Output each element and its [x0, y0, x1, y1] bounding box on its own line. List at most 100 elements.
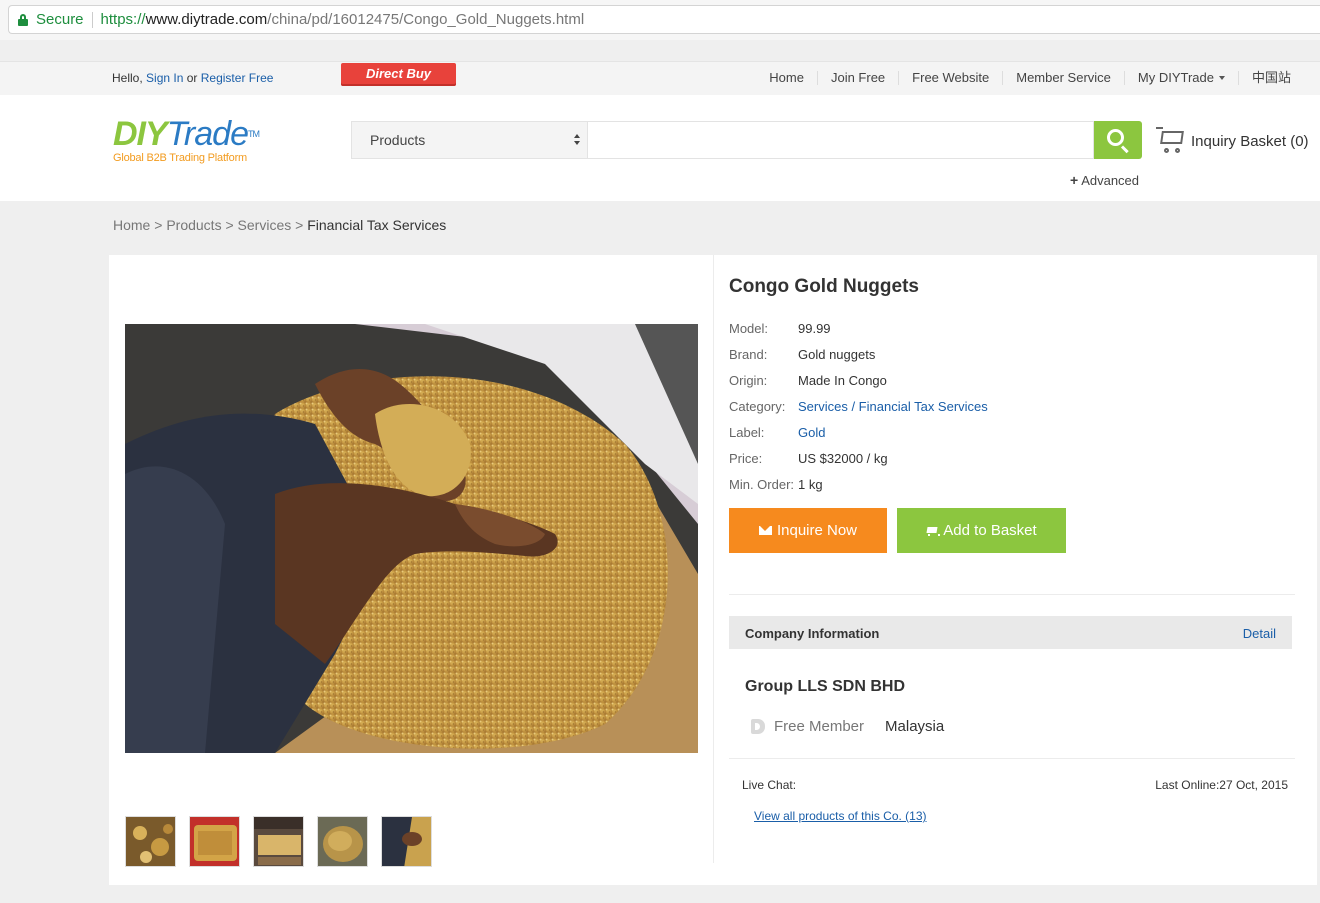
spec-value: 99.99	[798, 321, 831, 336]
hello-text: Hello,	[112, 71, 143, 85]
spec-value: US $32000 / kg	[798, 451, 888, 466]
plus-icon: +	[1070, 172, 1079, 188]
member-type: Free Member	[774, 718, 865, 735]
chevron-down-icon	[1218, 76, 1225, 80]
last-online: Last Online:27 Oct, 2015	[1155, 778, 1288, 792]
spec-row: Label: Gold	[729, 425, 988, 451]
nav-member-service-label: Member Service	[1016, 70, 1111, 85]
add-to-basket-label: Add to Basket	[943, 522, 1037, 539]
label-link[interactable]: Gold	[798, 425, 825, 451]
spec-label: Price:	[729, 451, 763, 466]
spec-row: Origin: Made In Congo	[729, 373, 988, 399]
site-header: DIYTradeTM Global B2B Trading Platform P…	[0, 95, 1320, 201]
spec-row: Model: 99.99	[729, 321, 988, 347]
cart-icon[interactable]	[1156, 127, 1188, 157]
logo-trade: Trade	[166, 115, 249, 153]
search-icon	[1107, 129, 1124, 146]
live-chat-label: Live Chat:	[742, 778, 797, 792]
direct-buy-button[interactable]: Direct Buy	[341, 63, 456, 86]
company-info-title: Company Information	[745, 626, 880, 641]
product-specs: Model: 99.99 Brand: Gold nuggets Origin: Ma…	[729, 321, 988, 503]
divider	[729, 594, 1295, 595]
envelope-icon	[758, 526, 772, 535]
nav-my-diytrade-label: My DIYTrade	[1137, 70, 1214, 85]
spec-row: Brand: Gold nuggets	[729, 347, 988, 373]
greeting: Hello, Sign In or Register Free	[112, 71, 273, 85]
search-input[interactable]	[588, 121, 1094, 159]
advanced-search-link[interactable]: + Advanced	[1070, 172, 1139, 188]
spec-value: 1 kg	[798, 477, 823, 492]
inquiry-basket-link[interactable]: Inquiry Basket (0)	[1191, 133, 1309, 150]
company-detail-link[interactable]: Detail	[1243, 626, 1276, 641]
inquire-now-label: Inquire Now	[776, 522, 858, 539]
address-bar[interactable]: Secure https:// www.diytrade.com /china/…	[8, 5, 1320, 34]
search-category-select[interactable]: Products	[351, 121, 588, 159]
company-name[interactable]: Group LLS SDN BHD	[745, 678, 905, 696]
spec-label: Category:	[729, 399, 786, 414]
product-title: Congo Gold Nuggets	[729, 276, 919, 297]
url-scheme: https://	[100, 11, 146, 28]
product-panel: Congo Gold Nuggets Model: 99.99 Brand: Gol…	[109, 255, 1317, 885]
url-host: www.diytrade.com	[145, 11, 268, 28]
logo-tagline: Global B2B Trading Platform	[113, 152, 248, 164]
thumbnail-4[interactable]	[317, 816, 368, 867]
spec-value: Gold nuggets	[798, 347, 876, 362]
url-path: /china/pd/16012475/Congo_Gold_Nuggets.ht…	[267, 11, 585, 28]
spec-value: Made In Congo	[798, 373, 887, 388]
inquire-now-button[interactable]: Inquire Now	[729, 508, 887, 553]
logo-diy: DIY	[113, 115, 168, 153]
breadcrumb-home[interactable]: Home	[113, 217, 150, 233]
spec-row: Min. Order: 1 kg	[729, 477, 988, 503]
select-arrows-icon	[574, 134, 581, 146]
search-category-value: Products	[370, 132, 426, 148]
thumbnail-3[interactable]	[253, 816, 304, 867]
member-badge-icon	[751, 719, 765, 734]
breadcrumb-products[interactable]: Products	[166, 217, 221, 233]
nav-links: Home Join Free Free Website Member Servi…	[756, 62, 1304, 94]
nav-china-site[interactable]: 中国站	[1237, 70, 1304, 85]
nav-join-free-label: Join Free	[830, 70, 886, 85]
nav-member-service[interactable]: Member Service	[1002, 71, 1124, 85]
nav-join-free[interactable]: Join Free	[816, 70, 898, 85]
advanced-label: Advanced	[1081, 173, 1140, 188]
breadcrumb: Home > Products > Services > Financial T…	[113, 217, 447, 233]
thumbnail-1[interactable]	[125, 816, 176, 867]
view-all-products-link[interactable]: View all products of this Co. (13)	[754, 809, 927, 823]
top-nav: Hello, Sign In or Register Free Direct B…	[0, 61, 1320, 95]
member-info: Free Member Malaysia	[751, 718, 944, 735]
breadcrumb-services[interactable]: Services	[238, 217, 292, 233]
spec-label: Min. Order:	[729, 477, 795, 492]
lock-icon	[18, 13, 28, 26]
column-divider	[713, 255, 714, 863]
or-text: or	[186, 71, 198, 85]
nav-free-website[interactable]: Free Website	[898, 71, 1002, 85]
divider	[729, 758, 1295, 759]
nav-my-diytrade[interactable]: My DIYTrade	[1123, 70, 1238, 85]
breadcrumb-current[interactable]: Financial Tax Services	[307, 217, 446, 233]
spec-label: Model:	[729, 321, 769, 336]
nav-home[interactable]: Home	[756, 71, 817, 85]
thumbnail-strip	[125, 816, 432, 867]
spec-row: Category: Services / Financial Tax Servic…	[729, 399, 988, 425]
thumbnail-2[interactable]	[189, 816, 240, 867]
add-to-basket-button[interactable]: Add to Basket	[897, 508, 1066, 553]
product-main-image[interactable]	[125, 324, 698, 753]
register-link[interactable]: Register Free	[201, 71, 274, 85]
spec-label: Label:	[729, 425, 765, 440]
secure-label: Secure	[36, 11, 84, 28]
cart-icon	[926, 526, 941, 536]
url-separator	[91, 11, 93, 28]
company-country: Malaysia	[885, 718, 945, 735]
search-button[interactable]	[1094, 121, 1142, 159]
nav-free-website-label: Free Website	[912, 70, 990, 85]
browser-chrome: Secure https:// www.diytrade.com /china/…	[0, 0, 1320, 40]
nav-home-label: Home	[769, 70, 804, 85]
spec-label: Origin:	[729, 373, 768, 388]
logo-trademark: TM	[247, 129, 260, 139]
nav-china-site-label: 中国站	[1251, 70, 1291, 85]
spec-row: Price: US $32000 / kg	[729, 451, 988, 477]
site-logo[interactable]: DIYTradeTM Global B2B Trading Platform	[113, 117, 283, 167]
thumbnail-5[interactable]	[381, 816, 432, 867]
category-link[interactable]: Services / Financial Tax Services	[798, 399, 988, 425]
sign-in-link[interactable]: Sign In	[146, 71, 183, 85]
